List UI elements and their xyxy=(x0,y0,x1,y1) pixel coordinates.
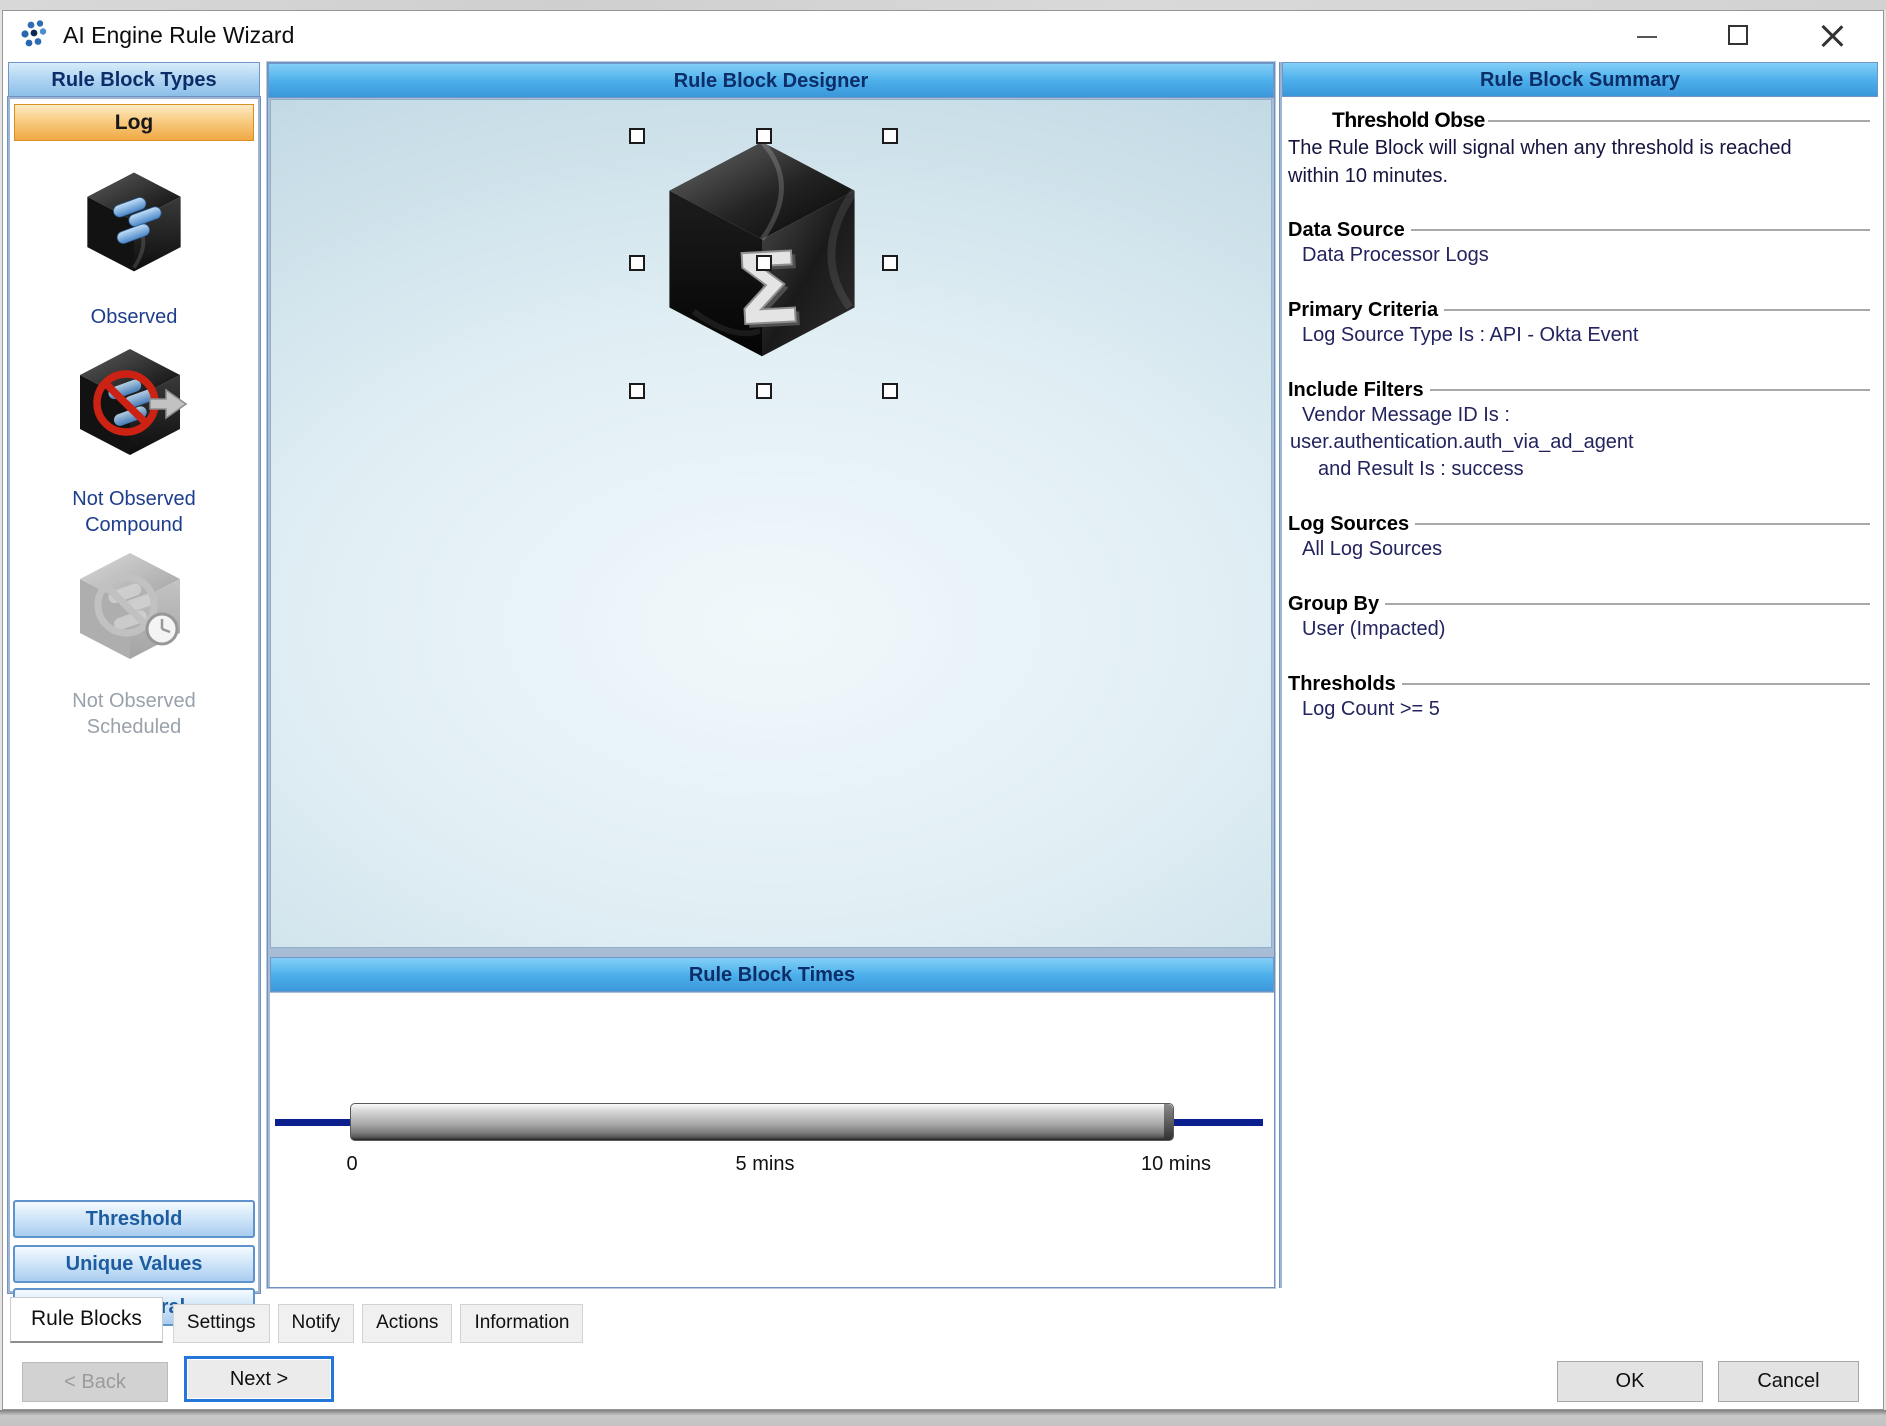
rule-block-designer-panel: Rule Block Designer Σ Σ Rule xyxy=(267,62,1275,1288)
summary-section-data-source: Data Source Data Processor Logs xyxy=(1288,219,1872,269)
app-logo-icon xyxy=(19,18,53,54)
section-rule xyxy=(1430,389,1870,391)
tab-information[interactable]: Information xyxy=(460,1304,583,1343)
selection-handle[interactable] xyxy=(882,255,898,271)
time-slider-bar[interactable] xyxy=(350,1103,1174,1141)
summary-description-line2: within 10 minutes. xyxy=(1288,163,1872,189)
rule-type-not-observed-compound[interactable] xyxy=(10,343,258,468)
rule-block-designer-header: Rule Block Designer xyxy=(268,63,1274,98)
summary-section-primary-criteria: Primary Criteria Log Source Type Is : AP… xyxy=(1288,299,1872,349)
time-tick-0: 0 xyxy=(346,1153,357,1176)
section-value: and Result Is : success xyxy=(1288,456,1872,483)
maximize-button[interactable] xyxy=(1715,11,1761,59)
rule-type-observed[interactable] xyxy=(10,165,258,282)
rule-type-not-observed-scheduled-label: Not Observed Scheduled xyxy=(10,688,258,740)
next-button[interactable]: Next > xyxy=(184,1356,334,1402)
summary-description-line1: The Rule Block will signal when any thre… xyxy=(1288,135,1872,161)
time-tick-5: 5 mins xyxy=(736,1153,795,1176)
rule-type-not-observed-scheduled[interactable] xyxy=(10,547,258,672)
selection-handle[interactable] xyxy=(756,255,772,271)
back-button[interactable]: < Back xyxy=(22,1362,168,1402)
selection-handle[interactable] xyxy=(629,128,645,144)
observed-cube-icon xyxy=(76,165,192,277)
section-title: Data Source xyxy=(1288,219,1405,242)
section-title: Log Sources xyxy=(1288,513,1409,536)
section-value: User (Impacted) xyxy=(1288,616,1872,643)
window-title: AI Engine Rule Wizard xyxy=(63,11,294,59)
close-icon xyxy=(1821,24,1843,46)
rule-block-summary-header: Rule Block Summary xyxy=(1282,62,1878,97)
section-rule xyxy=(1444,309,1870,311)
selection-handle[interactable] xyxy=(629,383,645,399)
selection-handle[interactable] xyxy=(882,128,898,144)
summary-section-group-by: Group By User (Impacted) xyxy=(1288,593,1872,643)
not-observed-scheduled-icon xyxy=(72,547,196,667)
background-strip xyxy=(0,0,1886,10)
title-bar: AI Engine Rule Wizard xyxy=(3,11,1883,59)
summary-section-include-filters: Include Filters Vendor Message ID Is : u… xyxy=(1288,379,1872,483)
time-tick-10: 10 mins xyxy=(1141,1153,1211,1176)
minimize-button[interactable] xyxy=(1625,11,1671,59)
rule-type-not-observed-compound-label: Not Observed Compound xyxy=(10,486,258,538)
rule-block-types-header: Rule Block Types xyxy=(8,62,260,97)
minimize-icon xyxy=(1637,36,1657,38)
summary-title-rule xyxy=(1488,120,1870,122)
rule-type-observed-label: Observed xyxy=(10,304,258,330)
designer-canvas[interactable]: Σ Σ xyxy=(270,99,1272,948)
rule-block-times-body: 0 5 mins 10 mins xyxy=(270,993,1274,1287)
cancel-button[interactable]: Cancel xyxy=(1718,1361,1859,1402)
section-rule xyxy=(1415,523,1870,525)
summary-section-thresholds: Thresholds Log Count >= 5 xyxy=(1288,673,1872,723)
section-value: Vendor Message ID Is : xyxy=(1288,402,1872,429)
selection-handle[interactable] xyxy=(756,383,772,399)
section-value: Log Source Type Is : API - Okta Event xyxy=(1288,322,1872,349)
wizard-tab-strip: Rule Blocks Settings Notify Actions Info… xyxy=(10,1297,591,1343)
section-value: Log Count >= 5 xyxy=(1288,696,1872,723)
selection-handle[interactable] xyxy=(629,255,645,271)
close-button[interactable] xyxy=(1809,11,1855,59)
section-rule xyxy=(1402,683,1870,685)
ok-button[interactable]: OK xyxy=(1557,1361,1703,1402)
threshold-category-button[interactable]: Threshold xyxy=(13,1200,255,1238)
sigma-glyph: Σ xyxy=(732,231,804,347)
section-title: Primary Criteria xyxy=(1288,299,1438,322)
section-title: Thresholds xyxy=(1288,673,1396,696)
sigma-cube-icon[interactable]: Σ Σ xyxy=(648,136,876,366)
tab-notify[interactable]: Notify xyxy=(278,1304,355,1343)
window-bottom-edge xyxy=(0,1410,1886,1426)
log-category-button[interactable]: Log xyxy=(14,104,254,141)
rule-block-summary-panel: Rule Block Summary Threshold Obse The Ru… xyxy=(1280,62,1878,1288)
section-title: Group By xyxy=(1288,593,1379,616)
tab-settings[interactable]: Settings xyxy=(173,1304,270,1343)
section-rule xyxy=(1385,603,1870,605)
section-rule xyxy=(1411,229,1870,231)
tab-actions[interactable]: Actions xyxy=(362,1304,452,1343)
tab-rule-blocks[interactable]: Rule Blocks xyxy=(10,1297,163,1343)
summary-section-log-sources: Log Sources All Log Sources xyxy=(1288,513,1872,563)
section-value: user.authentication.auth_via_ad_agent xyxy=(1288,429,1872,456)
summary-title: Threshold Obse xyxy=(1332,109,1485,133)
unique-values-category-button[interactable]: Unique Values xyxy=(13,1245,255,1283)
section-title: Include Filters xyxy=(1288,379,1424,402)
selection-handle[interactable] xyxy=(882,383,898,399)
section-value: Data Processor Logs xyxy=(1288,242,1872,269)
selection-handle[interactable] xyxy=(756,128,772,144)
maximize-icon xyxy=(1728,25,1748,45)
rule-block-types-panel: Rule Block Types Log xyxy=(8,62,260,1293)
rule-block-summary-body: Threshold Obse The Rule Block will signa… xyxy=(1282,97,1880,723)
not-observed-compound-icon xyxy=(72,343,196,463)
rule-block-times-header: Rule Block Times xyxy=(270,957,1274,992)
rule-block-types-body: Log Observed xyxy=(8,97,260,1293)
section-value: All Log Sources xyxy=(1288,536,1872,563)
